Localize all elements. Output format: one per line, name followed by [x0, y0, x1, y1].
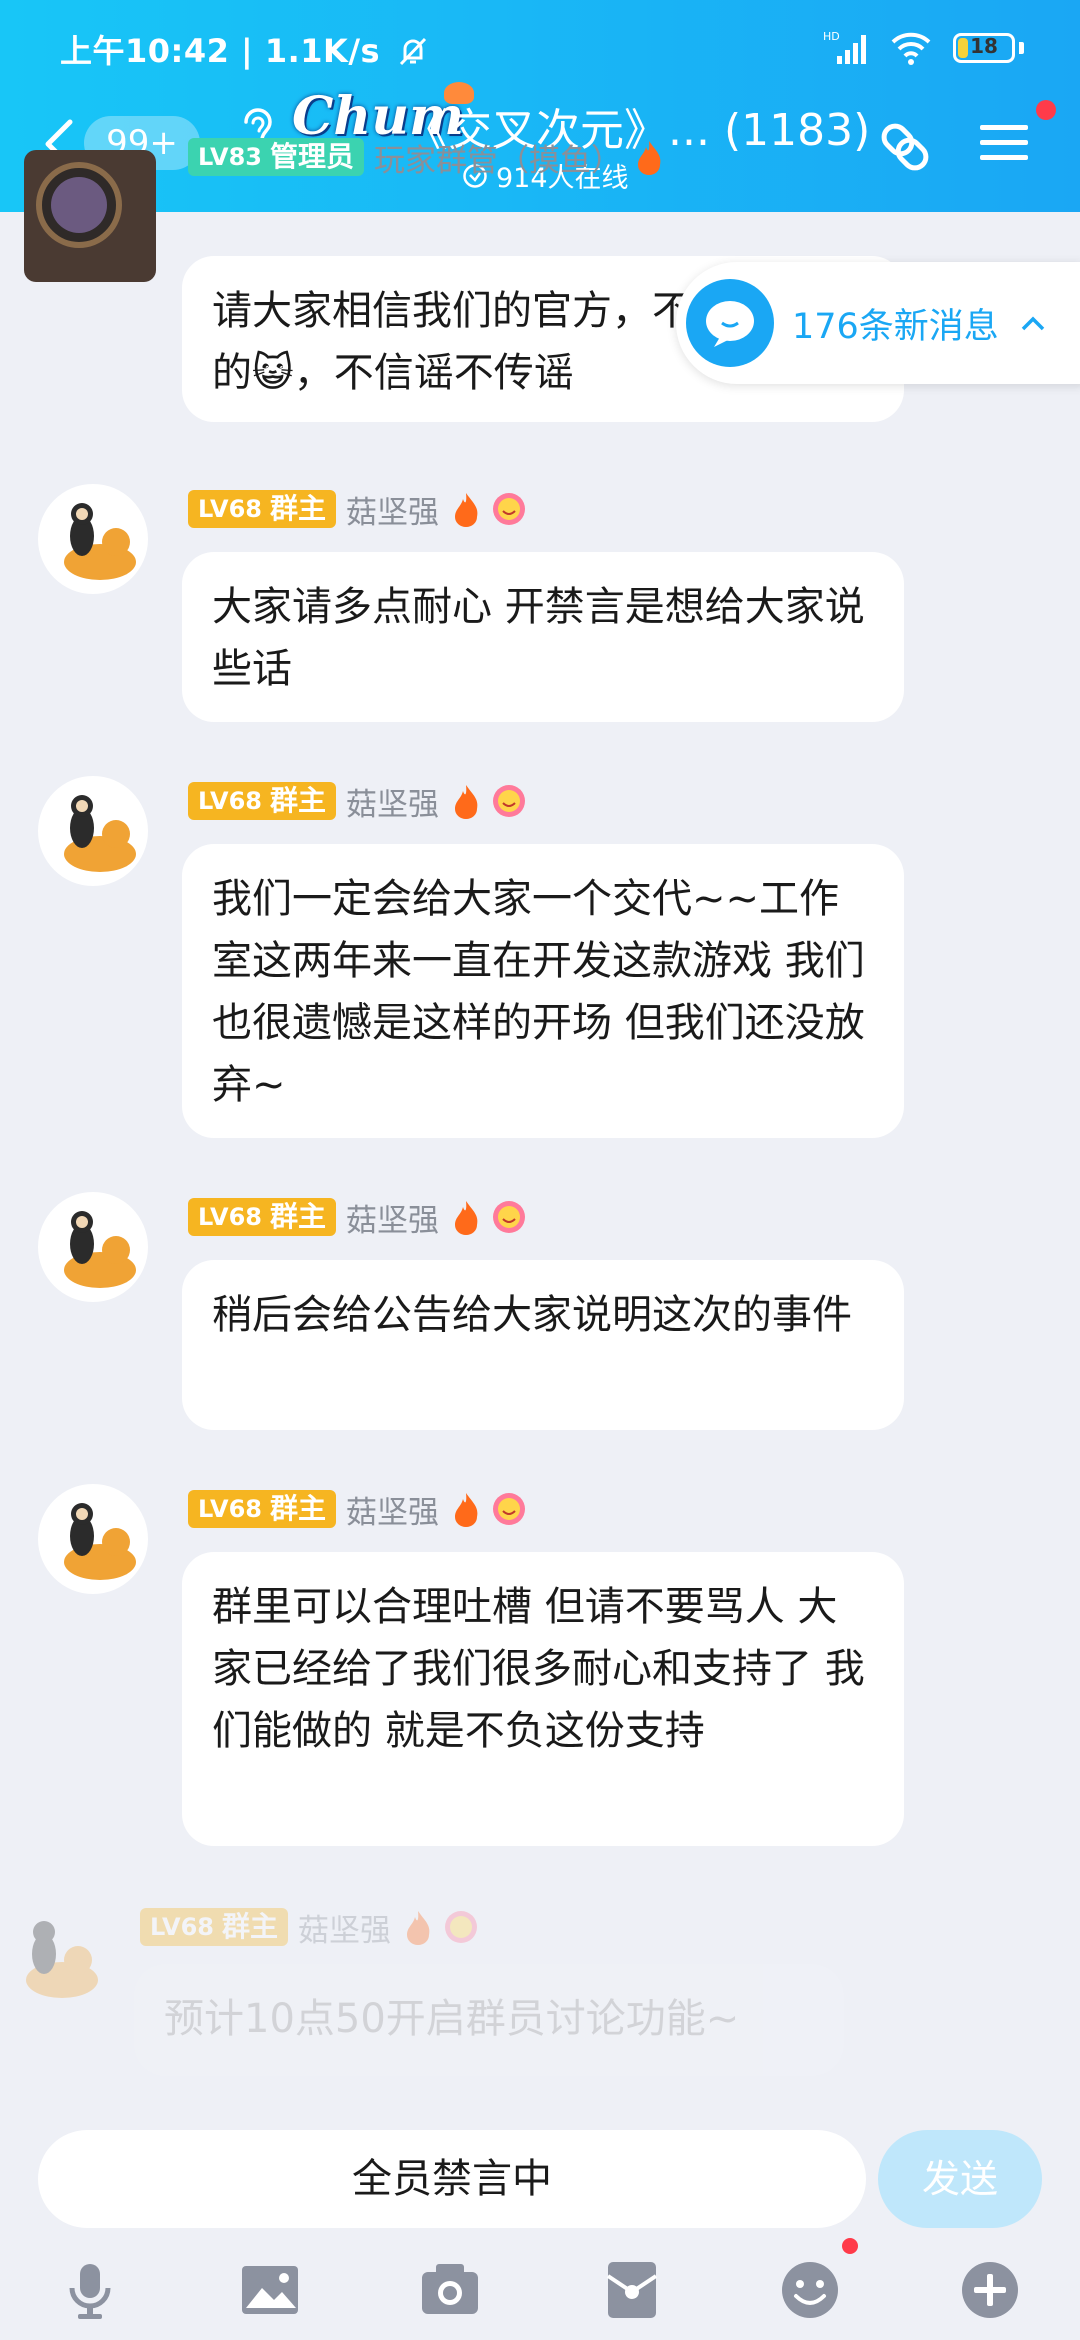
- message-bubble[interactable]: 大家请多点耐心 开禁言是想给大家说些话: [182, 552, 904, 722]
- signal-icon: HD: [823, 30, 866, 64]
- menu-icon[interactable]: [978, 122, 1030, 164]
- admin-avatar-image: [36, 162, 122, 248]
- message-meta: LV68 群主 菇坚强: [140, 1905, 479, 1950]
- level-label: LV83: [198, 143, 262, 171]
- avatar-owner[interactable]: [0, 1902, 110, 2012]
- battery-level: 18: [970, 34, 998, 58]
- message-meta: LV68 群主 菇坚强: [188, 1487, 527, 1532]
- link-switch-icon[interactable]: [874, 116, 936, 178]
- send-button[interactable]: 发送: [878, 2130, 1042, 2228]
- level-badge: LV68 群主: [188, 490, 336, 528]
- avatar-owner[interactable]: [38, 1192, 148, 1302]
- owner-avatar-image: [26, 1921, 98, 1998]
- new-messages-button[interactable]: 176条新消息: [676, 262, 1080, 384]
- message-text: 预计10点50开启群员讨论功能~: [164, 1996, 740, 2042]
- avatar-owner[interactable]: [38, 776, 148, 886]
- fire-icon: [454, 785, 478, 819]
- chat-bubble-icon: [686, 279, 774, 367]
- role-label: 群主: [269, 1492, 326, 1525]
- wifi-icon: [891, 32, 931, 65]
- red-packet-icon[interactable]: [600, 2258, 664, 2322]
- sender-name[interactable]: 菇坚强: [346, 1195, 439, 1240]
- level-label: LV68: [198, 787, 262, 815]
- plus-icon[interactable]: [958, 2258, 1022, 2322]
- new-messages-count: 176条新消息: [792, 306, 999, 347]
- fire-icon: [637, 141, 661, 175]
- camera-icon[interactable]: [418, 2258, 482, 2322]
- message-text: 群里可以合理吐槽 但请不要骂人 大家已经给了我们很多耐心和支持了 我们能做的 就…: [212, 1584, 865, 1754]
- network-type-label: HD: [823, 30, 840, 43]
- smiley-badge-icon: [492, 785, 525, 817]
- status-time-speed: 上午10:42 | 1.1K/s: [60, 26, 430, 72]
- avatar-owner[interactable]: [38, 484, 148, 594]
- smiley-badge-icon: [444, 1911, 477, 1943]
- owner-avatar-image: [64, 795, 136, 872]
- sender-name[interactable]: 菇坚强: [346, 779, 439, 824]
- message-meta: LV68 群主 菇坚强: [188, 487, 527, 532]
- status-time: 上午10:42: [60, 32, 230, 70]
- status-icons: HD 18: [823, 26, 1024, 70]
- sender-name[interactable]: 菇坚强: [346, 1487, 439, 1532]
- role-label: 群主: [269, 784, 326, 817]
- level-label: LV68: [150, 1913, 214, 1941]
- avatar-admin[interactable]: [24, 150, 156, 282]
- owner-avatar-image: [64, 1503, 136, 1580]
- fire-icon: [454, 1201, 478, 1235]
- message-meta: LV68 群主 菇坚强: [188, 779, 527, 824]
- message-meta: LV83 管理员 玩家群管（摸鱼）: [188, 135, 664, 180]
- message-bubble[interactable]: 稍后会给公告给大家说明这次的事件: [182, 1260, 904, 1430]
- level-badge: LV68 群主: [188, 1198, 336, 1236]
- muted-input-field[interactable]: 全员禁言中: [38, 2130, 866, 2228]
- level-label: LV68: [198, 1495, 262, 1523]
- message-bubble[interactable]: 预计10点50开启群员讨论功能~: [134, 1964, 844, 2076]
- input-bar: 全员禁言中 发送: [0, 2110, 1080, 2340]
- microphone-icon[interactable]: [58, 2258, 122, 2322]
- menu-notification-dot: [1036, 100, 1056, 120]
- level-badge: LV68 群主: [188, 782, 336, 820]
- smiley-badge-icon: [492, 1201, 525, 1233]
- owner-avatar-image: [64, 503, 136, 580]
- battery-cap: [1019, 42, 1024, 54]
- chat-header: 上午10:42 | 1.1K/s HD 18 99+ Chum 《交叉次元》..…: [0, 0, 1080, 212]
- role-label: 群主: [221, 1910, 278, 1943]
- role-label: 群主: [269, 492, 326, 525]
- sender-name[interactable]: 菇坚强: [346, 487, 439, 532]
- sender-name[interactable]: 菇坚强: [298, 1905, 391, 1950]
- message-bubble[interactable]: 群里可以合理吐槽 但请不要骂人 大家已经给了我们很多耐心和支持了 我们能做的 就…: [182, 1552, 904, 1846]
- level-badge: LV68 群主: [140, 1908, 288, 1946]
- sender-name[interactable]: 玩家群管（摸鱼）: [374, 135, 622, 180]
- level-label: LV68: [198, 495, 262, 523]
- emoji-icon[interactable]: [778, 2258, 842, 2322]
- level-badge: LV83 管理员: [188, 138, 364, 176]
- level-label: LV68: [198, 1203, 262, 1231]
- smiley-badge-icon: [492, 1493, 525, 1525]
- owner-avatar-image: [64, 1211, 136, 1288]
- status-bar: 上午10:42 | 1.1K/s HD 18: [0, 0, 1080, 96]
- message-bubble[interactable]: 我们一定会给大家一个交代~~工作室这两年来一直在开发这款游戏 我们也很遗憾是这样…: [182, 844, 904, 1138]
- fire-icon: [406, 1911, 430, 1945]
- role-label: 管理员: [269, 140, 354, 173]
- battery-icon: 18: [953, 33, 1015, 63]
- message-meta: LV68 群主 菇坚强: [188, 1195, 527, 1240]
- mute-bell-icon: [399, 37, 426, 66]
- avatar-owner[interactable]: [38, 1484, 148, 1594]
- smiley-badge-icon: [492, 493, 525, 525]
- chevron-up-icon: [1021, 316, 1045, 331]
- message-text: 大家请多点耐心 开禁言是想给大家说些话: [212, 584, 865, 692]
- fire-icon: [454, 493, 478, 527]
- network-speed: 1.1K/s: [264, 32, 381, 70]
- fire-icon: [454, 1493, 478, 1527]
- role-label: 群主: [269, 1200, 326, 1233]
- message-text: 稍后会给公告给大家说明这次的事件: [212, 1292, 852, 1338]
- message-text: 我们一定会给大家一个交代~~工作室这两年来一直在开发这款游戏 我们也很遗憾是这样…: [212, 876, 865, 1108]
- level-badge: LV68 群主: [188, 1490, 336, 1528]
- emoji-notification-dot: [842, 2238, 858, 2254]
- image-icon[interactable]: [238, 2258, 302, 2322]
